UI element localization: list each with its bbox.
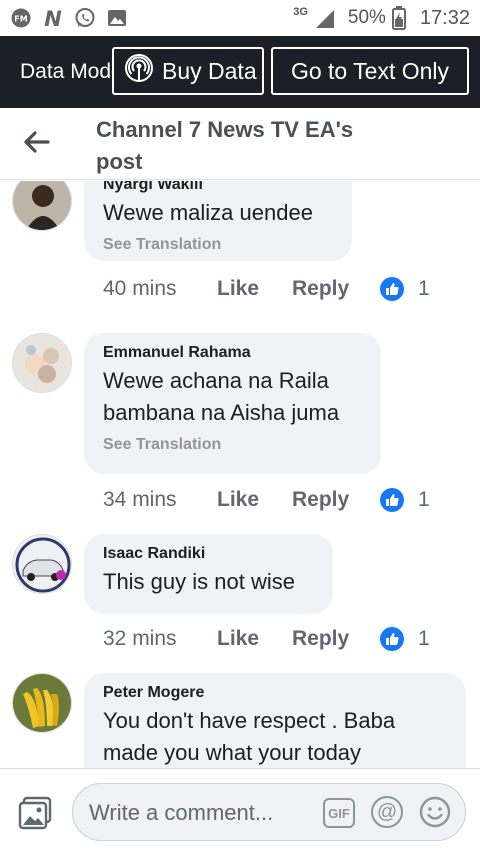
comment-text: Wewe achana na Raila bambana na Aisha ju…: [103, 368, 340, 425]
like-button[interactable]: Like: [217, 627, 292, 651]
comment-bubble: Isaac Randiki This guy is not wise: [84, 534, 333, 614]
signal-icon: [314, 7, 336, 29]
back-button[interactable]: [22, 128, 50, 156]
like-button[interactable]: Like: [217, 277, 292, 301]
battery-percent: 50%: [347, 7, 386, 28]
comment-time: 32 mins: [103, 627, 177, 650]
page-title: Channel 7 News TV EA's post: [96, 117, 354, 174]
svg-text:FM: FM: [14, 15, 27, 24]
gallery-icon: [106, 7, 128, 29]
post-header: Channel 7 News TV EA's post: [0, 108, 480, 180]
thumbs-up-icon[interactable]: [380, 277, 404, 301]
comment-author[interactable]: Isaac Randiki: [103, 544, 314, 564]
reply-button[interactable]: Reply: [292, 488, 380, 512]
comment-time: 40 mins: [103, 277, 177, 300]
comment-bubble: Nyargi Wakili Wewe maliza uendee See Tra…: [84, 181, 352, 261]
comment-bubble: Emmanuel Rahama Wewe achana na Raila bam…: [84, 333, 381, 474]
add-photo-button[interactable]: [18, 796, 52, 830]
gif-button[interactable]: GIF: [323, 798, 355, 828]
buy-data-button[interactable]: Buy Data: [112, 47, 264, 95]
photo-icon: [18, 796, 52, 830]
thumbs-up-icon[interactable]: [380, 488, 404, 512]
status-bar: FM N 3G 50% 17:32: [0, 0, 480, 36]
comment-author[interactable]: Emmanuel Rahama: [103, 343, 362, 363]
data-mode-label: Data Mode: [20, 60, 123, 83]
broadcast-icon: [124, 53, 154, 89]
comment-actions: 34 mins Like Reply 1: [103, 485, 430, 515]
clock: 17:32: [419, 6, 470, 29]
mention-button[interactable]: @: [371, 796, 403, 828]
buy-data-label: Buy Data: [162, 57, 257, 84]
like-button[interactable]: Like: [217, 488, 292, 512]
avatar[interactable]: [12, 181, 72, 231]
text-only-button[interactable]: Go to Text Only: [271, 47, 469, 95]
avatar[interactable]: [12, 534, 72, 594]
fm-radio-icon: FM: [10, 7, 32, 29]
comment-text: You don't have respect . Baba made you w…: [103, 708, 396, 765]
comment-actions: 32 mins Like Reply 1: [103, 624, 430, 654]
comment-time: 34 mins: [103, 488, 177, 511]
comment-actions: 40 mins Like Reply 1: [103, 274, 430, 304]
see-translation-link[interactable]: See Translation: [103, 435, 362, 455]
reply-button[interactable]: Reply: [292, 277, 380, 301]
comment-text: Wewe maliza uendee: [103, 200, 313, 225]
network-type: 3G: [293, 6, 308, 18]
comment-input[interactable]: Write a comment... GIF @: [72, 783, 466, 841]
comment-list: Nyargi Wakili Wewe maliza uendee See Tra…: [0, 181, 480, 768]
arrow-left-icon: [24, 131, 50, 153]
smiley-icon[interactable]: [419, 796, 451, 828]
comment-author[interactable]: Peter Mogere: [103, 683, 447, 703]
thumbs-up-icon[interactable]: [380, 627, 404, 651]
comment-text: This guy is not wise: [103, 569, 295, 594]
see-translation-link[interactable]: See Translation: [103, 235, 333, 255]
data-mode-bar: Data Mode Buy Data Go to Text Only: [0, 36, 480, 108]
avatar[interactable]: [12, 333, 72, 393]
n-app-icon: N: [42, 7, 64, 29]
battery-icon: [391, 6, 406, 30]
reaction-count[interactable]: 1: [418, 488, 430, 512]
reply-button[interactable]: Reply: [292, 627, 380, 651]
comment-composer: Write a comment... GIF @: [0, 768, 480, 854]
reaction-count[interactable]: 1: [418, 277, 430, 301]
reaction-count[interactable]: 1: [418, 627, 430, 651]
text-only-label: Go to Text Only: [290, 57, 450, 84]
comment-author[interactable]: Nyargi Wakili: [103, 181, 333, 195]
whatsapp-icon: [74, 7, 96, 29]
svg-text:N: N: [44, 7, 62, 29]
comment-bubble: Peter Mogere You don't have respect . Ba…: [84, 673, 466, 768]
comment-placeholder: Write a comment...: [89, 800, 274, 825]
avatar[interactable]: [12, 673, 72, 733]
